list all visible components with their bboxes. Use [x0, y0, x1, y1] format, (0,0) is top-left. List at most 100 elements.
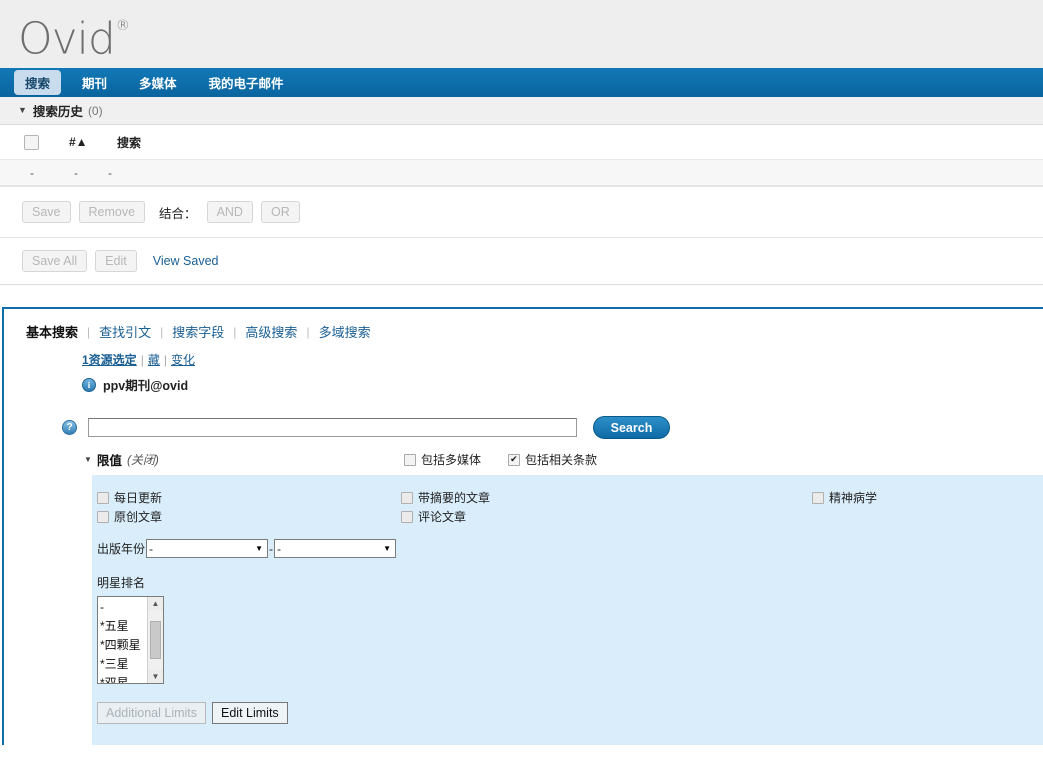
limit-psychiatry[interactable]: 精神病学: [812, 489, 877, 506]
limits-buttons-row: Additional Limits Edit Limits: [92, 702, 1043, 724]
limit-review-articles-label: 评论文章: [418, 508, 466, 525]
scrollbar-thumb[interactable]: [150, 621, 161, 659]
row-cell-number: -: [74, 166, 108, 180]
edit-limits-button[interactable]: Edit Limits: [212, 702, 288, 724]
combine-or-button[interactable]: OR: [261, 201, 300, 223]
main-navigation: 搜索 期刊 多媒体 我的电子邮件: [0, 68, 1043, 97]
edit-button[interactable]: Edit: [95, 250, 137, 272]
chevron-down-icon[interactable]: ▼: [84, 455, 92, 464]
chevron-down-icon: ▼: [255, 544, 263, 553]
tab-search-fields[interactable]: 搜索字段: [172, 322, 224, 341]
hide-resources-link[interactable]: 藏: [148, 353, 160, 367]
search-history-title: 搜索历史: [33, 101, 83, 120]
resources-selected-link[interactable]: 1资源选定: [82, 353, 137, 367]
include-related-terms-option[interactable]: 包括相关条款: [508, 451, 597, 468]
limit-review-articles-checkbox[interactable]: [401, 511, 413, 523]
nav-item-search[interactable]: 搜索: [14, 70, 61, 95]
limits-header: ▼ 限值 (关闭) 包括多媒体 包括相关条款: [4, 450, 1043, 469]
view-saved-link[interactable]: View Saved: [153, 254, 219, 268]
list-item[interactable]: *四颗星: [100, 636, 147, 655]
search-tabs: 基本搜索 | 查找引文 | 搜索字段 | 高级搜索 | 多域搜索: [4, 309, 1043, 352]
save-all-button[interactable]: Save All: [22, 250, 87, 272]
star-ranking-label: 明星排名: [92, 574, 1043, 591]
nav-item-journals[interactable]: 期刊: [71, 70, 118, 95]
ovid-search-page: Ovid® 搜索 期刊 多媒体 我的电子邮件 ▼ 搜索历史 (0) #▲ 搜索 …: [0, 0, 1043, 781]
help-icon[interactable]: ?: [62, 420, 77, 435]
list-item[interactable]: *五星: [100, 617, 147, 636]
chevron-down-icon: ▼: [18, 106, 27, 115]
tab-advanced-search[interactable]: 高级搜索: [245, 322, 297, 341]
resource-selection-line: 1资源选定|藏|变化: [4, 352, 1043, 369]
limit-original-articles-checkbox[interactable]: [97, 511, 109, 523]
database-name: ppv期刊@ovid: [103, 375, 188, 394]
info-icon[interactable]: i: [82, 378, 96, 392]
tab-basic-search[interactable]: 基本搜索: [26, 322, 78, 341]
tab-multi-field-search[interactable]: 多域搜索: [319, 322, 371, 341]
combine-label: 结合：: [159, 203, 197, 222]
limits-state: (关闭): [127, 451, 159, 468]
tab-separator: |: [160, 325, 163, 339]
limit-original-articles[interactable]: 原创文章: [97, 508, 162, 525]
select-all-checkbox[interactable]: [24, 135, 39, 150]
limit-abstracts[interactable]: 带摘要的文章: [401, 489, 490, 506]
limit-daily-update-checkbox[interactable]: [97, 492, 109, 504]
nav-item-my-email[interactable]: 我的电子邮件: [198, 70, 295, 95]
registered-trademark-icon: ®: [116, 18, 129, 34]
search-input[interactable]: [88, 418, 577, 437]
limits-title: 限值: [97, 450, 122, 469]
additional-limits-button[interactable]: Additional Limits: [97, 702, 206, 724]
publication-year-row: 出版年份 - ▼ - - ▼: [92, 539, 1043, 558]
tab-separator: |: [87, 325, 90, 339]
search-input-row: ? Search: [4, 416, 1043, 439]
limit-abstracts-label: 带摘要的文章: [418, 489, 490, 506]
nav-item-multimedia[interactable]: 多媒体: [128, 70, 188, 95]
list-item[interactable]: *三星: [100, 655, 147, 674]
row-cell-select: -: [30, 166, 74, 180]
include-related-terms-label: 包括相关条款: [525, 451, 597, 468]
limit-abstracts-checkbox[interactable]: [401, 492, 413, 504]
publication-year-from-value: -: [149, 542, 153, 556]
column-header-number[interactable]: #▲: [69, 135, 117, 149]
include-multimedia-checkbox[interactable]: [404, 454, 416, 466]
include-related-terms-checkbox[interactable]: [508, 454, 520, 466]
limit-daily-update[interactable]: 每日更新: [97, 489, 162, 506]
page-header: Ovid®: [0, 0, 1043, 68]
search-history-table: #▲ 搜索 - - -: [0, 125, 1043, 187]
publication-year-to-select[interactable]: - ▼: [274, 539, 396, 558]
tab-find-citation[interactable]: 查找引文: [99, 322, 151, 341]
change-resources-link[interactable]: 变化: [171, 353, 195, 367]
remove-button[interactable]: Remove: [79, 201, 146, 223]
limit-original-articles-label: 原创文章: [114, 508, 162, 525]
section-spacer: [0, 285, 1043, 307]
combine-and-button[interactable]: AND: [207, 201, 253, 223]
saved-actions-bar: Save All Edit View Saved: [0, 238, 1043, 285]
year-range-dash: -: [269, 542, 273, 556]
table-header-row: #▲ 搜索: [0, 125, 1043, 160]
save-button[interactable]: Save: [22, 201, 71, 223]
selected-database: i ppv期刊@ovid: [4, 375, 1043, 394]
star-ranking-options[interactable]: - *五星 *四颗星 *三星 *双星: [98, 597, 147, 683]
scroll-down-icon[interactable]: ▼: [148, 670, 163, 683]
search-panel: 基本搜索 | 查找引文 | 搜索字段 | 高级搜索 | 多域搜索 1资源选定|藏…: [2, 307, 1043, 745]
publication-year-from-select[interactable]: - ▼: [146, 539, 268, 558]
include-multimedia-option[interactable]: 包括多媒体: [404, 451, 481, 468]
history-actions-bar: Save Remove 结合： AND OR: [0, 187, 1043, 238]
limit-daily-update-label: 每日更新: [114, 489, 162, 506]
list-item[interactable]: *双星: [100, 674, 147, 683]
star-ranking-listbox[interactable]: - *五星 *四颗星 *三星 *双星 ▲ ▼: [97, 596, 164, 684]
resource-separator: |: [164, 353, 167, 367]
list-item[interactable]: -: [100, 598, 147, 617]
ovid-logo: Ovid®: [18, 8, 128, 66]
row-cell-search: -: [108, 166, 112, 180]
limits-checkbox-grid: 每日更新 原创文章 带摘要的文章 评论文章 精神病学: [92, 489, 1043, 531]
star-ranking-scrollbar[interactable]: ▲ ▼: [147, 597, 163, 683]
limit-psychiatry-checkbox[interactable]: [812, 492, 824, 504]
logo-text: Ovid: [18, 14, 115, 65]
limit-review-articles[interactable]: 评论文章: [401, 508, 466, 525]
limits-panel: 每日更新 原创文章 带摘要的文章 评论文章 精神病学: [92, 475, 1043, 745]
scroll-up-icon[interactable]: ▲: [148, 597, 163, 610]
search-history-count: (0): [88, 104, 103, 118]
search-button[interactable]: Search: [593, 416, 670, 439]
tab-separator: |: [306, 325, 309, 339]
search-history-header[interactable]: ▼ 搜索历史 (0): [0, 97, 1043, 125]
